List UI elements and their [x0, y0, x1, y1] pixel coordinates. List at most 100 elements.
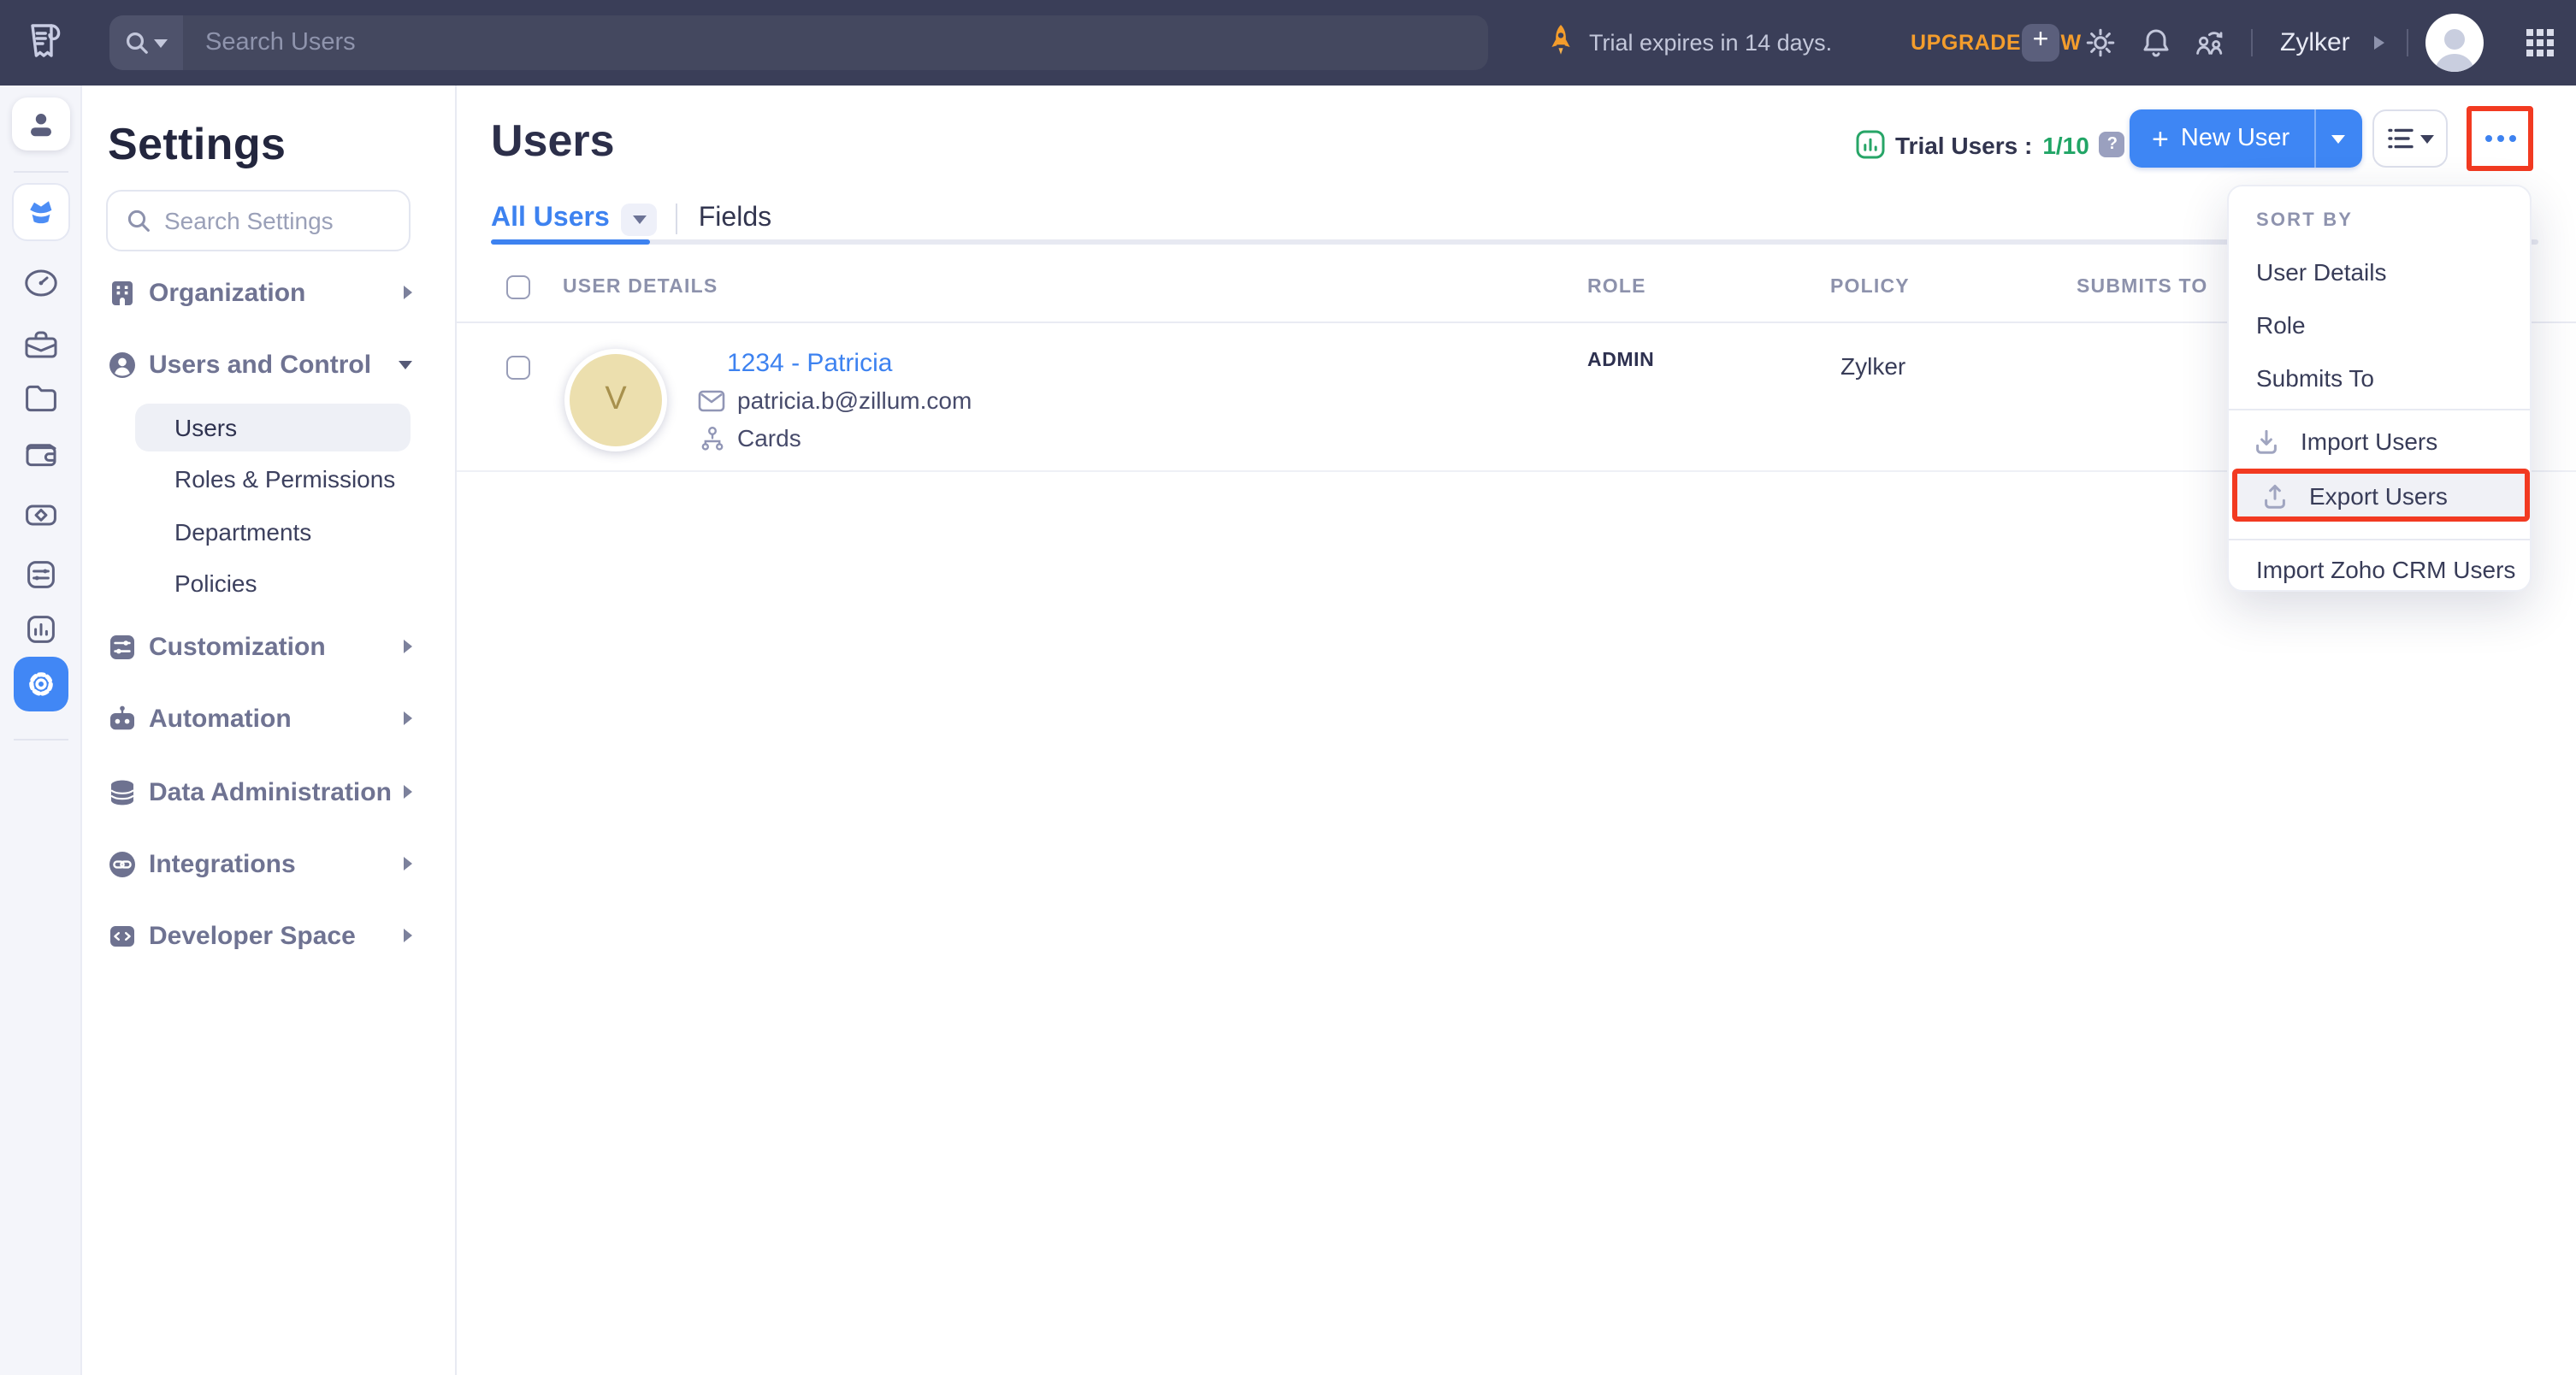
menu-item-import-zoho-crm-users[interactable]: Import Zoho CRM Users — [2229, 544, 2530, 595]
left-icon-rail — [0, 86, 82, 1375]
search-icon — [127, 209, 151, 233]
sidebar-item-label: Roles & Permissions — [174, 465, 395, 493]
chevron-right-icon[interactable] — [2374, 36, 2384, 50]
bar-chart-icon[interactable] — [21, 611, 59, 648]
tab-all-users[interactable]: All Users — [491, 204, 610, 234]
apps-grid-icon[interactable] — [2526, 29, 2554, 56]
sidebar-group-organization[interactable]: Organization — [108, 272, 412, 313]
view-tabs: All Users Fields — [491, 198, 771, 239]
user-submits-to-value[interactable]: Cards — [737, 424, 801, 451]
envelope-icon — [698, 389, 725, 411]
new-user-dropdown-button[interactable] — [2313, 109, 2361, 168]
list-view-toggle-button[interactable] — [2372, 109, 2448, 168]
app-window: Trial expires in 14 days. UPGRADE NOW + — [0, 0, 2576, 1375]
sidebar-group-customization[interactable]: Customization — [108, 626, 412, 667]
user-name-link[interactable]: 1234 - Patricia — [727, 349, 892, 378]
org-name[interactable]: Zylker — [2280, 28, 2350, 57]
sidebar-group-label: Automation — [149, 704, 292, 733]
trial-users-count: 1/10 — [2042, 131, 2089, 158]
all-users-dropdown-button[interactable] — [622, 203, 658, 235]
menu-item-export-users[interactable]: Export Users — [2232, 469, 2530, 522]
chevron-right-icon — [404, 640, 412, 653]
switch-user-icon[interactable] — [2195, 27, 2225, 58]
menu-item-import-users[interactable]: Import Users — [2229, 416, 2530, 467]
menu-item-label: Submits To — [2256, 364, 2374, 392]
settings-active-button[interactable] — [13, 657, 68, 711]
select-all-checkbox[interactable] — [506, 275, 530, 299]
sidebar-item-roles-permissions[interactable]: Roles & Permissions — [135, 455, 411, 503]
user-avatar[interactable]: V — [564, 349, 667, 451]
column-header-policy[interactable]: POLICY — [1830, 277, 1910, 298]
page-title: Users — [491, 115, 615, 168]
menu-item-sort-role[interactable]: Role — [2229, 303, 2530, 347]
help-icon[interactable]: ? — [2100, 132, 2125, 157]
tab-fields[interactable]: Fields — [699, 204, 771, 234]
building-icon — [108, 278, 137, 307]
admin-view-button[interactable] — [11, 183, 69, 241]
chevron-right-icon — [404, 711, 412, 725]
ellipsis-icon — [2508, 135, 2515, 142]
dashboard-gauge-icon[interactable] — [21, 263, 60, 303]
sidebar-group-developer-space[interactable]: Developer Space — [108, 915, 412, 956]
column-header-role[interactable]: ROLE — [1587, 277, 1646, 298]
rail-divider — [14, 739, 68, 741]
sidebar-item-departments[interactable]: Departments — [135, 508, 411, 556]
menu-item-sort-submits-to[interactable]: Submits To — [2229, 356, 2530, 400]
sidebar-item-label: Policies — [174, 569, 257, 597]
import-icon — [2253, 428, 2280, 455]
create-new-button[interactable]: + — [2022, 24, 2059, 62]
column-header-user-details[interactable]: USER DETAILS — [563, 277, 718, 298]
wallet-icon[interactable] — [21, 436, 59, 474]
search-scope-selector[interactable] — [109, 15, 183, 70]
search-users-input[interactable] — [183, 29, 1488, 56]
rail-divider — [14, 171, 68, 173]
list-view-icon — [2387, 127, 2413, 150]
sidebar-group-users-and-control[interactable]: Users and Control — [108, 344, 412, 385]
trial-expiry-text: Trial expires in 14 days. — [1589, 30, 1832, 56]
hierarchy-icon — [700, 425, 725, 451]
card-diamond-icon[interactable] — [21, 496, 59, 534]
gear-icon[interactable] — [2085, 27, 2116, 58]
chevron-down-icon — [2419, 134, 2433, 143]
tab-divider — [676, 204, 678, 234]
settings-search — [106, 190, 411, 251]
sidebar-group-label: Customization — [149, 632, 326, 661]
rocket-icon — [1548, 23, 1574, 62]
ellipsis-icon — [2496, 135, 2503, 142]
sidebar-group-data-administration[interactable]: Data Administration — [108, 771, 412, 812]
plus-icon: + — [2152, 124, 2169, 153]
sidebar-group-automation[interactable]: Automation — [108, 698, 412, 739]
sidebar-group-label: Developer Space — [149, 921, 356, 950]
search-settings-input[interactable] — [164, 207, 387, 234]
sort-by-section-label: SORT BY — [2256, 210, 2353, 231]
menu-item-label: Role — [2256, 311, 2306, 339]
sliders-icon — [108, 632, 137, 661]
user-submits-line: Cards — [700, 424, 801, 451]
briefcase-icon[interactable] — [21, 327, 59, 364]
my-profile-button[interactable] — [11, 97, 69, 150]
new-user-button[interactable]: + New User — [2130, 109, 2313, 168]
menu-item-sort-user-details[interactable]: User Details — [2229, 250, 2530, 294]
settings-sidebar: Settings Organization — [82, 86, 457, 1375]
more-actions-button[interactable] — [2467, 106, 2533, 171]
sidebar-item-users[interactable]: Users — [135, 404, 411, 451]
column-header-submits-to[interactable]: SUBMITS TO — [2077, 277, 2207, 298]
sidebar-group-label: Integrations — [149, 849, 296, 878]
export-icon — [2261, 481, 2289, 509]
folder-icon[interactable] — [21, 380, 59, 417]
menu-item-label: Export Users — [2309, 481, 2448, 509]
bell-icon[interactable] — [2142, 27, 2171, 58]
sidebar-group-integrations[interactable]: Integrations — [108, 843, 412, 884]
sidebar-group-label: Organization — [149, 278, 305, 307]
sidebar-item-policies[interactable]: Policies — [135, 559, 411, 607]
crown-admin-icon — [23, 195, 57, 229]
app-logo-receipt-icon[interactable] — [22, 20, 67, 66]
active-tab-indicator — [491, 239, 650, 245]
row-checkbox[interactable] — [506, 356, 530, 380]
topbar: Trial expires in 14 days. UPGRADE NOW + — [0, 0, 2576, 86]
chevron-right-icon — [404, 286, 412, 299]
user-email: patricia.b@zillum.com — [737, 387, 972, 414]
menu-item-label: User Details — [2256, 258, 2387, 286]
card-sliders-icon[interactable] — [21, 556, 59, 593]
avatar[interactable] — [2425, 14, 2484, 72]
